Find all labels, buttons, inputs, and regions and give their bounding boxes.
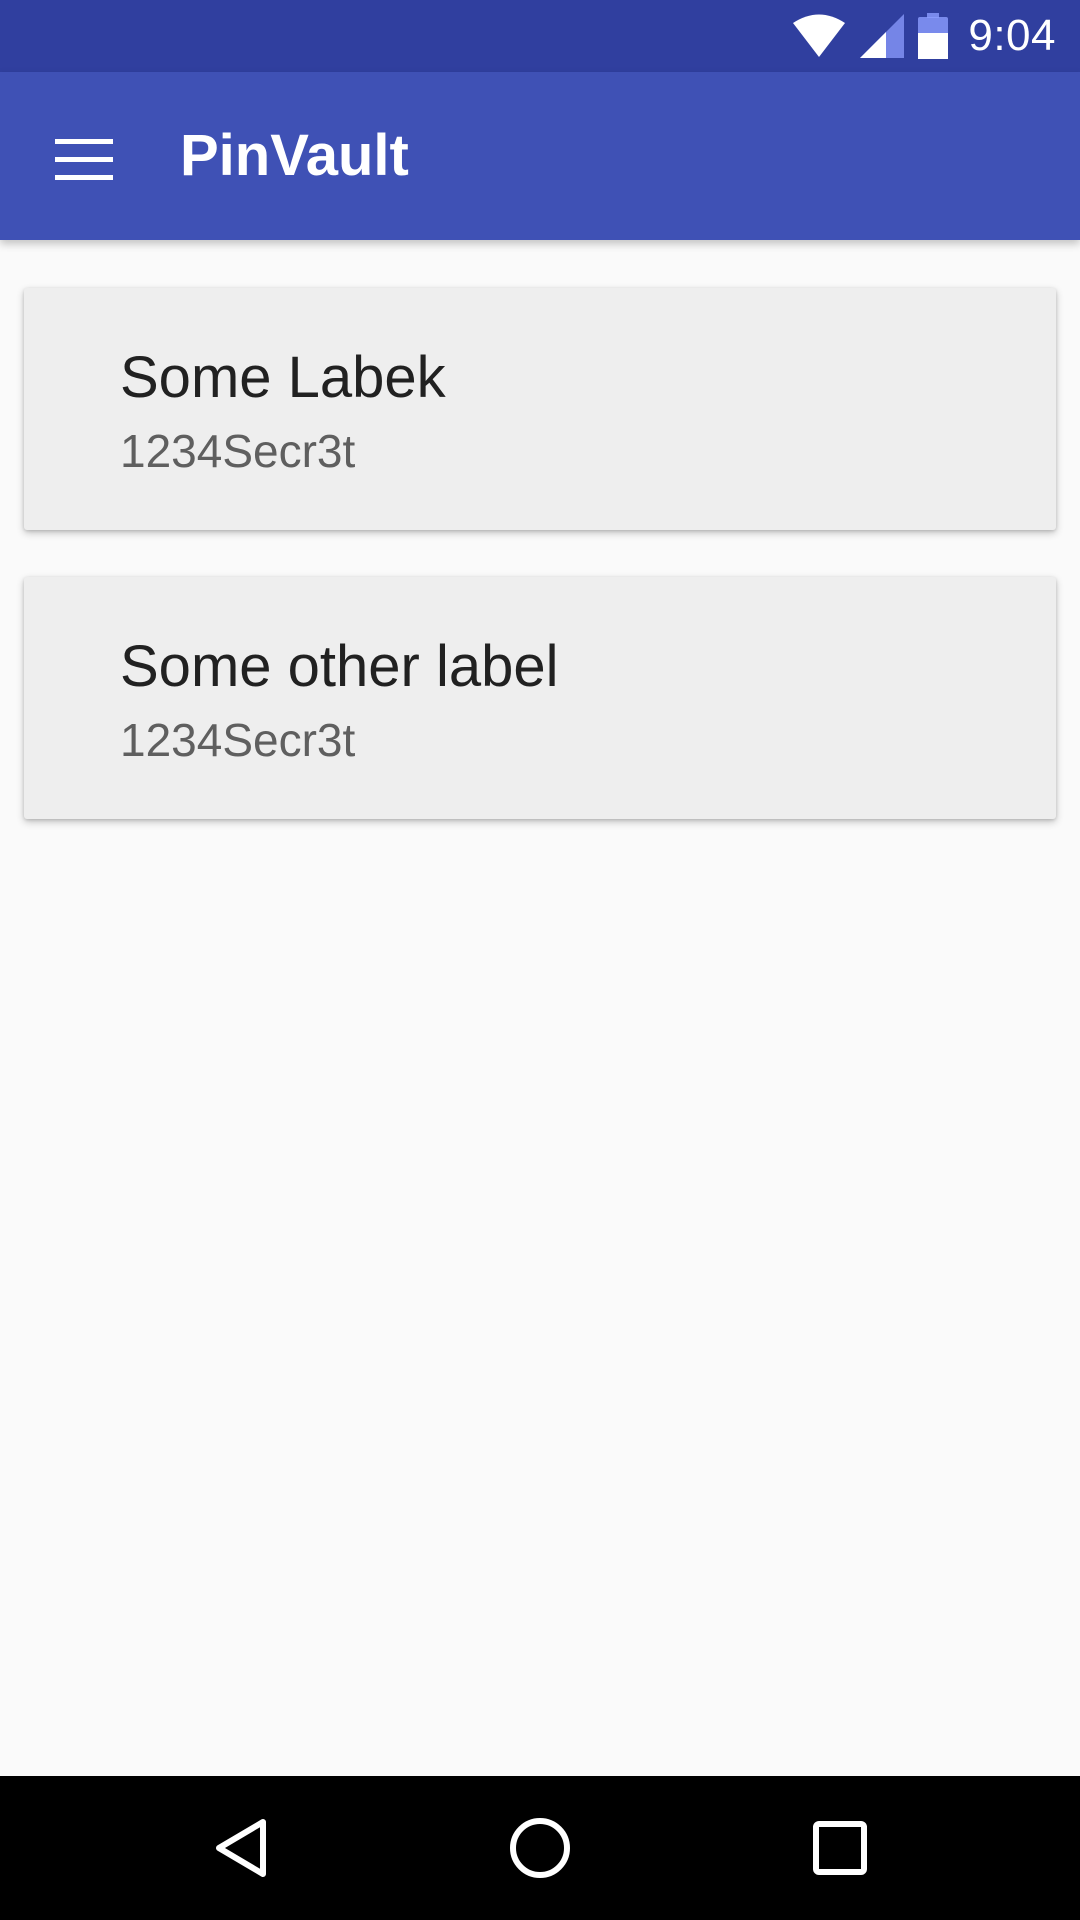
recents-button[interactable] — [788, 1796, 892, 1900]
recents-icon — [813, 1821, 867, 1875]
home-icon — [510, 1818, 570, 1878]
hamburger-menu-icon — [55, 139, 113, 180]
status-bar: 9:04 — [0, 0, 1080, 72]
entry-card[interactable]: Some Labek 1234Secr3t — [24, 288, 1056, 530]
entry-secret: 1234Secr3t — [120, 714, 356, 766]
status-icons: 9:04 — [792, 0, 1056, 72]
wifi-icon — [793, 14, 846, 57]
entry-label: Some other label — [120, 634, 559, 699]
entry-card[interactable]: Some other label 1234Secr3t — [24, 577, 1056, 819]
entry-list: Some Labek 1234Secr3t Some other label 1… — [0, 240, 1080, 1776]
app-bar: PinVault — [0, 72, 1080, 240]
menu-button[interactable] — [40, 116, 128, 204]
cell-signal-icon — [860, 14, 905, 58]
app-title: PinVault — [180, 123, 409, 188]
battery-icon — [918, 13, 949, 59]
status-time: 9:04 — [968, 11, 1056, 60]
back-icon — [216, 1819, 266, 1877]
entry-secret: 1234Secr3t — [120, 425, 356, 477]
back-button[interactable] — [189, 1796, 293, 1900]
home-button[interactable] — [488, 1796, 592, 1900]
entry-label: Some Labek — [120, 345, 446, 410]
navigation-bar — [0, 1776, 1080, 1920]
